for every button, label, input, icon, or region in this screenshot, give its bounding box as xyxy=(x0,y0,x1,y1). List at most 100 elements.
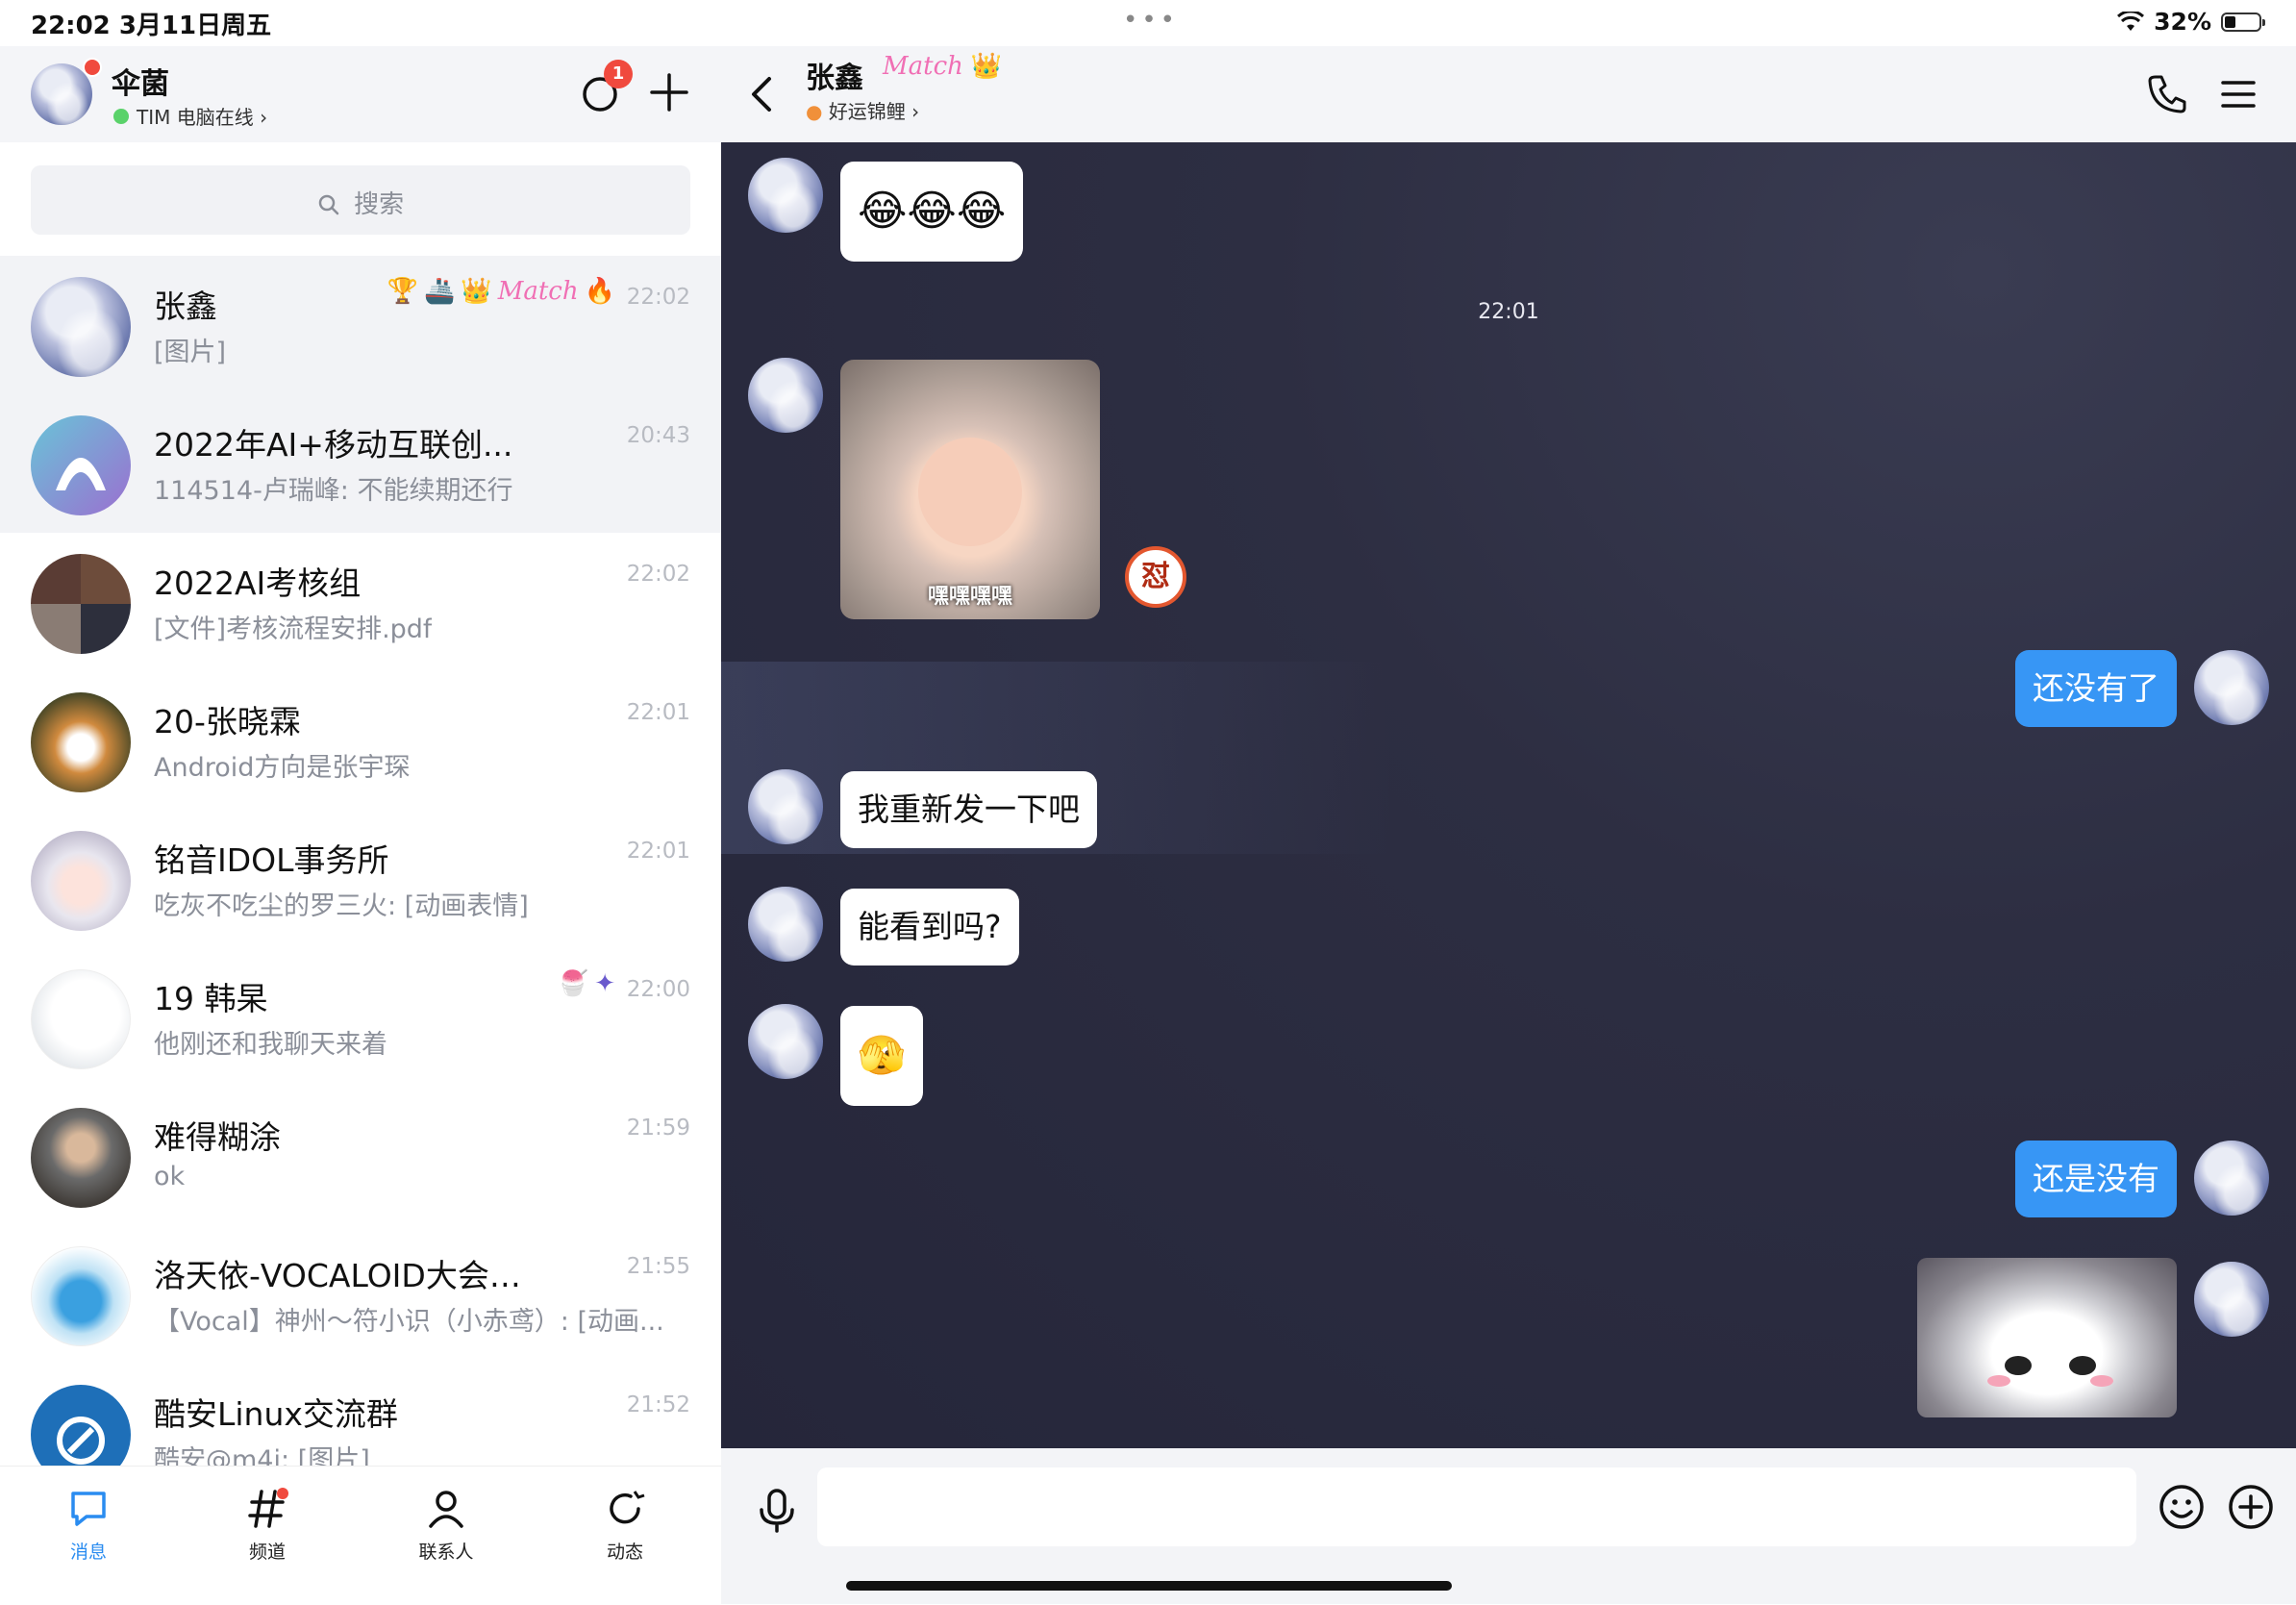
peer-avatar[interactable] xyxy=(748,769,823,844)
multitasking-dots[interactable]: ••• xyxy=(1123,6,1179,35)
peer-subtitle[interactable]: ● 好运锦鲤 › xyxy=(806,96,919,124)
list-item[interactable]: 张鑫 [图片] 🏆 🚢 👑 Match 🔥 22:02 xyxy=(0,256,721,394)
message-bubble[interactable]: 🫣 xyxy=(840,1006,923,1106)
search-icon xyxy=(318,194,339,215)
chat-preview: 他刚还和我聊天来着 xyxy=(154,1030,387,1060)
avatar xyxy=(31,554,131,654)
person-icon xyxy=(429,1491,463,1528)
chat-preview: [文件]考核流程安排.pdf xyxy=(154,614,433,644)
message-bubble[interactable]: 能看到吗? xyxy=(840,889,1019,966)
my-name[interactable]: 伞菌 xyxy=(112,60,169,102)
list-item[interactable]: 难得糊涂 ok 21:59 xyxy=(0,1087,721,1225)
avatar xyxy=(31,692,131,792)
chat-time: 21:59 xyxy=(626,1116,690,1141)
peer-avatar[interactable] xyxy=(748,358,823,433)
peer-badges: Match 👑 xyxy=(883,52,1002,81)
tab-contacts[interactable]: 联系人 xyxy=(388,1486,504,1564)
message-bubble[interactable]: 我重新发一下吧 xyxy=(840,771,1097,848)
chat-preview: 【Vocal】神州～符小识（小赤鸢）: [动画... xyxy=(154,1307,664,1337)
sticker-image[interactable]: 嘿嘿嘿嘿 xyxy=(840,360,1100,619)
list-item[interactable]: 2022AI考核组 [文件]考核流程安排.pdf 22:02 xyxy=(0,533,721,671)
message-bubble[interactable]: 😂😂😂 xyxy=(840,162,1024,262)
my-avatar[interactable] xyxy=(31,63,92,125)
chat-preview: 吃灰不吃尘的罗三火: [动画表情] xyxy=(154,891,529,921)
tab-label: 频道 xyxy=(248,1542,286,1563)
plus-icon[interactable] xyxy=(648,71,690,113)
emoji-icon[interactable] xyxy=(2158,1483,2206,1531)
avatar xyxy=(31,831,131,931)
avatar xyxy=(31,415,131,515)
list-header: 伞菌 TIM 电脑在线 › 1 xyxy=(0,46,721,142)
conversation-list-pane: 伞菌 TIM 电脑在线 › 1 搜索 张鑫 [图片] 🏆 🚢 👑 Match 🔥… xyxy=(0,0,721,1605)
chat-title: 张鑫 xyxy=(154,288,217,325)
search-placeholder: 搜索 xyxy=(354,190,405,219)
avatar xyxy=(31,1385,131,1466)
message-bubble-outgoing[interactable]: 还是没有 xyxy=(2015,1141,2177,1217)
list-item[interactable]: 19 韩杲 他刚还和我聊天来着 🍧 ✦ 22:00 xyxy=(0,948,721,1087)
peer-avatar[interactable] xyxy=(748,1004,823,1079)
avatar-notification-dot xyxy=(83,58,102,77)
chat-time: 22:01 xyxy=(626,839,690,864)
phone-icon[interactable] xyxy=(2146,73,2188,115)
microphone-icon[interactable] xyxy=(756,1487,798,1535)
tab-label: 消息 xyxy=(69,1542,107,1563)
chat-title: 2022年AI+移动互联创... xyxy=(154,426,513,464)
chat-title: 酷安Linux交流群 xyxy=(154,1395,398,1433)
wing-badge-icon: ✦ xyxy=(594,969,615,998)
reaction-badge[interactable]: 怼 xyxy=(1125,546,1186,608)
list-item[interactable]: 铭音IDOL事务所 吃灰不吃尘的罗三火: [动画表情] 22:01 xyxy=(0,810,721,948)
timestamp: 22:01 xyxy=(1478,300,1539,324)
list-item[interactable]: 酷安Linux交流群 酷安@m4i: [图片] 21:52 xyxy=(0,1364,721,1466)
online-status[interactable]: TIM 电脑在线 › xyxy=(113,102,267,130)
match-badge: Match xyxy=(883,52,963,81)
tab-feed[interactable]: 动态 xyxy=(567,1486,683,1564)
peer-name[interactable]: 张鑫 xyxy=(806,54,863,96)
home-indicator[interactable] xyxy=(846,1581,1452,1591)
avatar xyxy=(31,1246,131,1346)
chat-preview: 114514-卢瑞峰: 不能续期还行 xyxy=(154,476,513,506)
chat-title: 19 韩杲 xyxy=(154,980,268,1017)
online-dot-icon xyxy=(113,108,129,124)
message-bubble-icon xyxy=(71,1492,106,1526)
refresh-star-icon xyxy=(610,1491,645,1524)
my-avatar[interactable] xyxy=(2194,1262,2269,1337)
back-chevron-icon[interactable] xyxy=(742,73,781,115)
peer-avatar[interactable] xyxy=(748,158,823,233)
ship-icon: 🚢 xyxy=(423,277,456,306)
trophy-icon: 🏆 xyxy=(387,277,418,306)
chat-badges: 🍧 ✦ xyxy=(558,969,615,998)
crown-icon: 👑 xyxy=(461,277,492,306)
chat-time: 22:01 xyxy=(626,700,690,725)
sent-image[interactable] xyxy=(1917,1258,2177,1417)
chat-title: 2022AI考核组 xyxy=(154,564,362,602)
tab-messages[interactable]: 消息 xyxy=(31,1486,146,1564)
chat-preview: 酷安@m4i: [图片] xyxy=(154,1445,370,1466)
chat-time: 21:52 xyxy=(626,1392,690,1417)
message-input[interactable] xyxy=(817,1467,2136,1546)
icecream-icon: 🍧 xyxy=(557,969,589,998)
message-bubble-outgoing[interactable]: 还没有了 xyxy=(2015,650,2177,727)
chat-title: 铭音IDOL事务所 xyxy=(154,841,389,879)
peer-subtitle-text: 好运锦鲤 › xyxy=(828,100,920,123)
search-bar[interactable]: 搜索 xyxy=(31,165,690,235)
chat-time: 22:02 xyxy=(626,285,690,310)
menu-icon[interactable] xyxy=(2219,75,2258,113)
chat-preview: Android方向是张宇琛 xyxy=(154,753,411,783)
list-item[interactable]: 2022年AI+移动互联创... 114514-卢瑞峰: 不能续期还行 20:4… xyxy=(0,394,721,533)
chat-preview: [图片] xyxy=(154,338,227,367)
battery-icon xyxy=(2221,12,2265,32)
message-list[interactable]: 😂😂😂 22:01 嘿嘿嘿嘿 怼 还没有了 我重新发一下吧 能看到吗? 🫣 还是… xyxy=(721,142,2296,1448)
conversation-pane: 张鑫 Match 👑 ● 好运锦鲤 › 😂😂😂 22:01 嘿嘿嘿嘿 怼 还没有… xyxy=(721,0,2296,1604)
my-avatar[interactable] xyxy=(2194,650,2269,725)
add-circle-icon[interactable] xyxy=(2227,1483,2275,1531)
list-item[interactable]: 20-张晓霖 Android方向是张宇琛 22:01 xyxy=(0,671,721,810)
tab-channels[interactable]: 频道 xyxy=(210,1486,325,1564)
avatar xyxy=(31,1108,131,1208)
match-badge: Match xyxy=(497,277,579,306)
status-time: 22:02 3月11日周五 xyxy=(31,12,272,40)
chat-time: 21:55 xyxy=(626,1254,690,1279)
list-item[interactable]: 洛天依-VOCALOID大会①群 【Vocal】神州～符小识（小赤鸢）: [动画… xyxy=(0,1225,721,1364)
avatar xyxy=(31,277,131,377)
peer-avatar[interactable] xyxy=(748,887,823,962)
my-avatar[interactable] xyxy=(2194,1141,2269,1216)
